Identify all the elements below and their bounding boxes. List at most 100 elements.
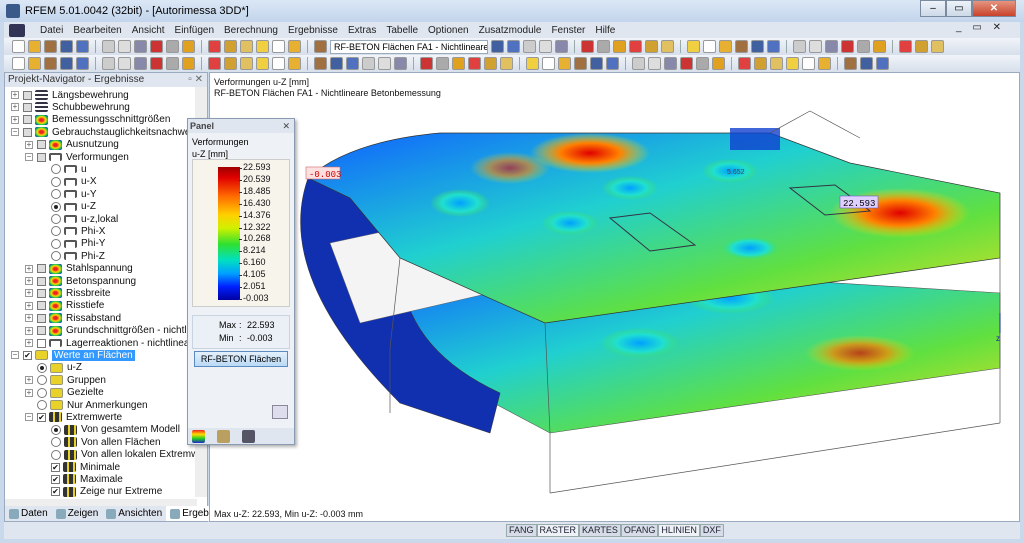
toolbar-button-icon[interactable] [12, 57, 25, 70]
toolbar-button-icon[interactable] [346, 57, 359, 70]
tree-item[interactable]: + Stahlspannung [25, 263, 133, 275]
expand-icon[interactable]: + [25, 388, 33, 397]
status-toggle-dxf[interactable]: DXF [699, 524, 724, 537]
toolbar-button-icon[interactable] [931, 40, 944, 53]
toolbar-button-icon[interactable] [645, 40, 658, 53]
toolbar-button-icon[interactable] [597, 40, 610, 53]
tree-item[interactable]: − Gebrauchstauglichkeitsnachweise [11, 126, 203, 138]
radio-button[interactable] [37, 362, 47, 373]
toolbar-button-icon[interactable] [224, 40, 237, 53]
toolbar-button-icon[interactable] [857, 40, 870, 53]
toolbar-button-icon[interactable] [378, 57, 391, 70]
toolbar-button-icon[interactable] [844, 57, 857, 70]
tree-item[interactable]: Von allen lokalen Extremwerten [39, 449, 207, 461]
expand-icon[interactable]: + [25, 264, 33, 273]
toolbar-button-icon[interactable] [76, 57, 89, 70]
toolbar-button-icon[interactable] [452, 57, 465, 70]
radio-button[interactable] [51, 238, 61, 249]
tree-item[interactable]: Phi-Y [39, 238, 105, 250]
radio-button[interactable] [51, 176, 61, 187]
tree-item[interactable]: + Ausnutzung [25, 139, 119, 151]
nav-tab-daten[interactable]: Daten [5, 506, 52, 521]
tree-item[interactable]: Phi-X [39, 225, 105, 237]
tree-item[interactable]: ✔ Minimale [39, 461, 120, 473]
toolbar-button-icon[interactable] [523, 40, 536, 53]
tree-item[interactable]: + Gezielte [25, 387, 104, 399]
toolbar-button-icon[interactable] [703, 40, 716, 53]
toolbar-button-icon[interactable] [491, 40, 504, 53]
toolbar-button-icon[interactable] [468, 57, 481, 70]
toolbar-button-icon[interactable] [166, 40, 179, 53]
tree-item[interactable]: + Schubbewehrung [11, 101, 130, 113]
menu-ergebnisse[interactable]: Ergebnisse [288, 25, 338, 36]
tree-item[interactable]: + Betonspannung [25, 275, 136, 287]
toolbar-button-icon[interactable] [166, 57, 179, 70]
toolbar-button-icon[interactable] [150, 40, 163, 53]
menu-ansicht[interactable]: Ansicht [132, 25, 165, 36]
checkbox[interactable] [23, 115, 32, 125]
toolbar-button-icon[interactable] [102, 40, 115, 53]
toolbar-button-icon[interactable] [272, 57, 285, 70]
tree-item[interactable]: + Bemessungsschnittgrößen [11, 114, 170, 126]
tree-item[interactable]: + Längsbewehrung [11, 89, 129, 101]
checkbox[interactable] [37, 301, 46, 311]
expand-icon[interactable]: + [11, 115, 19, 124]
menu-fenster[interactable]: Fenster [551, 25, 585, 36]
expand-icon[interactable]: + [25, 289, 33, 298]
toolbar-button-icon[interactable] [574, 57, 587, 70]
toolbar-button-icon[interactable] [751, 40, 764, 53]
menu-extras[interactable]: Extras [348, 25, 376, 36]
checkbox[interactable]: ✔ [51, 474, 60, 484]
menu-bearbeiten[interactable]: Bearbeiten [73, 25, 121, 36]
checkbox[interactable] [37, 288, 46, 298]
radio-button[interactable] [51, 226, 61, 237]
toolbar-button-icon[interactable] [60, 57, 73, 70]
load-case-combo[interactable]: RF-BETON Flächen FA1 - Nichtlineare B [330, 39, 488, 54]
toolbar-button-icon[interactable] [719, 40, 732, 53]
checkbox[interactable]: ✔ [51, 487, 60, 497]
toolbar-button-icon[interactable] [581, 40, 594, 53]
tree-item[interactable]: Nur Anmerkungen [25, 399, 148, 411]
toolbar-button-icon[interactable] [484, 57, 497, 70]
checkbox[interactable]: ✔ [37, 412, 46, 422]
toolbar-button-icon[interactable] [314, 40, 327, 53]
3d-viewport[interactable]: Verformungen u-Z [mm] RF-BETON Flächen F… [209, 72, 1020, 522]
tree-item[interactable]: Von allen Flächen [39, 436, 161, 448]
toolbar-button-icon[interactable] [256, 40, 269, 53]
collapse-icon[interactable]: − [25, 153, 33, 161]
model-render[interactable]: 22.593 -0.003 5.652 z [210, 93, 1021, 523]
status-toggle-ofang[interactable]: OFANG [620, 524, 659, 537]
expand-icon[interactable]: + [25, 339, 33, 347]
toolbar-button-icon[interactable] [915, 40, 928, 53]
expand-icon[interactable]: + [25, 326, 33, 335]
checkbox[interactable] [37, 140, 46, 150]
toolbar-button-icon[interactable] [118, 57, 131, 70]
toolbar-button-icon[interactable] [272, 40, 285, 53]
zoom-icon[interactable] [272, 405, 288, 419]
toolbar-button-icon[interactable] [767, 40, 780, 53]
tree-item[interactable]: + Lagerreaktionen - nichtlinear [25, 337, 193, 349]
toolbar-button-icon[interactable] [818, 57, 831, 70]
expand-icon[interactable]: + [11, 91, 19, 99]
minimize-button[interactable]: – [920, 0, 946, 17]
toolbar-button-icon[interactable] [809, 40, 822, 53]
toolbar-button-icon[interactable] [526, 57, 539, 70]
toolbar-button-icon[interactable] [44, 40, 57, 53]
toolbar-button-icon[interactable] [28, 57, 41, 70]
toolbar-button-icon[interactable] [606, 57, 619, 70]
toolbar-button-icon[interactable] [841, 40, 854, 53]
maximize-button[interactable]: ▭ [946, 0, 972, 17]
toolbar-button-icon[interactable] [542, 57, 555, 70]
toolbar-button-icon[interactable] [735, 40, 748, 53]
checkbox[interactable] [23, 90, 32, 100]
toolbar-button-icon[interactable] [680, 57, 693, 70]
nav-tab-zeigen[interactable]: Zeigen [52, 506, 103, 521]
rf-beton-flaechen-button[interactable]: RF-BETON Flächen [194, 351, 288, 367]
toolbar-button-icon[interactable] [256, 57, 269, 70]
toolbar-button-icon[interactable] [240, 57, 253, 70]
toolbar-button-icon[interactable] [632, 57, 645, 70]
checkbox[interactable]: ✔ [51, 462, 60, 472]
menu-datei[interactable]: Datei [40, 25, 63, 36]
toolbar-button-icon[interactable] [873, 40, 886, 53]
radio-button[interactable] [51, 449, 61, 460]
